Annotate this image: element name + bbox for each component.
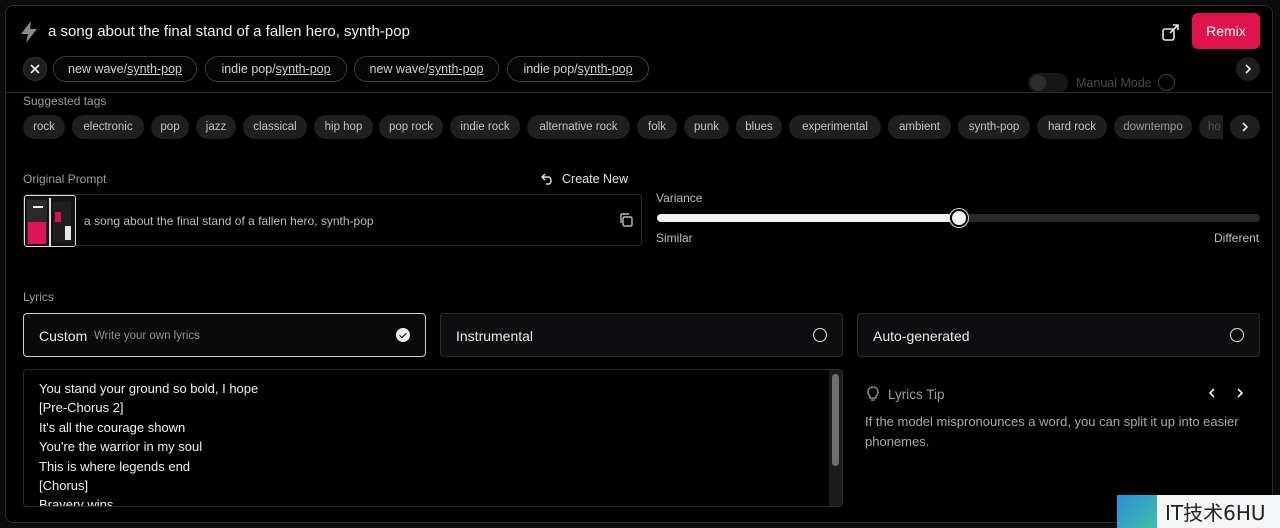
lyrics-label: Lyrics — [23, 290, 54, 304]
watermark-logo-icon — [1117, 495, 1157, 528]
lyric-line: [Pre-Chorus 2] — [39, 400, 124, 415]
lyric-line: [Chorus] — [39, 478, 89, 493]
lyrics-option-auto-generated[interactable]: Auto-generated — [857, 313, 1260, 357]
watermark-text: IT技术6HU — [1165, 501, 1266, 525]
tags-next-button[interactable] — [1230, 115, 1260, 139]
tag-chip[interactable]: electronic — [72, 115, 144, 139]
lyric-line: You're the warrior in my soul — [39, 439, 203, 454]
tag-chip[interactable]: synth-pop — [958, 115, 1030, 139]
lyrics-scrollbar[interactable] — [829, 370, 842, 506]
chevron-right-icon — [1237, 388, 1244, 398]
style-chips-next-button[interactable] — [1236, 57, 1260, 81]
manual-mode-label: Manual Mode — [1076, 76, 1152, 90]
original-prompt-box: a song about the final stand of a fallen… — [23, 194, 642, 247]
variance-slider-fill — [657, 214, 959, 222]
lyrics-option-instrumental[interactable]: Instrumental — [440, 313, 843, 357]
lyrics-textarea[interactable]: You stand your ground so bold, I hope [P… — [23, 369, 843, 507]
chevron-right-icon — [1245, 64, 1252, 74]
tag-chip[interactable]: rock — [23, 115, 65, 139]
original-prompt-label: Original Prompt — [23, 172, 107, 186]
bolt-icon — [21, 21, 37, 43]
style-chip[interactable]: indie pop/synth-pop — [205, 56, 347, 82]
style-chip-prefix: indie pop/ — [221, 62, 276, 76]
chevron-left-icon — [1208, 388, 1215, 398]
lyric-line: This is where legends end — [39, 459, 191, 474]
lyrics-option-label: Auto-generated — [873, 328, 970, 344]
radio-icon — [1230, 328, 1244, 342]
create-new-button[interactable]: Create New — [541, 172, 628, 186]
style-chip-prefix: new wave/ — [68, 62, 128, 76]
clear-styles-button[interactable] — [23, 57, 47, 81]
tag-chip[interactable]: folk — [637, 115, 677, 139]
style-chip-link[interactable]: synth-pop — [127, 62, 182, 76]
share-icon — [1162, 24, 1179, 41]
tag-chip[interactable]: pop rock — [379, 115, 443, 139]
tag-chip[interactable]: ho — [1199, 115, 1223, 139]
copy-icon[interactable] — [618, 212, 634, 228]
create-new-label: Create New — [562, 172, 628, 186]
style-chip-prefix: new wave/ — [369, 62, 429, 76]
suggested-tags-row: rock electronic pop jazz classical hip h… — [23, 115, 1223, 141]
chevron-right-icon — [1242, 122, 1249, 132]
lyrics-option-custom[interactable]: Custom Write your own lyrics — [23, 313, 426, 357]
remix-panel: a song about the final stand of a fallen… — [5, 5, 1273, 523]
lyrics-option-sub: Write your own lyrics — [94, 330, 200, 342]
style-chip-link[interactable]: synth-pop — [578, 62, 633, 76]
tag-chip[interactable]: hip hop — [314, 115, 373, 139]
remix-button[interactable]: Remix — [1192, 13, 1260, 49]
lyric-line: Bravery wins — [39, 497, 114, 507]
variance-slider-thumb[interactable] — [949, 209, 968, 227]
radio-checked-icon — [396, 328, 410, 342]
cover-art-image — [25, 196, 75, 246]
tip-prev-button[interactable] — [1202, 383, 1222, 403]
tag-chip[interactable]: jazz — [196, 115, 236, 139]
cover-thumbnail[interactable] — [24, 195, 76, 247]
header-divider — [6, 92, 1272, 93]
variance-max-label: Different — [1214, 231, 1260, 245]
tag-chip[interactable]: classical — [243, 115, 307, 139]
undo-icon — [541, 173, 552, 185]
style-chip-prefix: indie pop/ — [523, 62, 578, 76]
style-chip[interactable]: new wave/synth-pop — [354, 56, 499, 82]
variance-label: Variance — [656, 191, 703, 205]
lyrics-tip-title: Lyrics Tip — [888, 387, 945, 402]
tag-chip[interactable]: hard rock — [1037, 115, 1107, 139]
tag-chip[interactable]: punk — [684, 115, 729, 139]
tag-chip[interactable]: experimental — [789, 115, 881, 139]
radio-icon — [813, 328, 827, 342]
lyrics-option-label: Custom — [39, 328, 88, 344]
original-prompt-text: a song about the final stand of a fallen… — [84, 214, 374, 228]
tag-chip[interactable]: ambient — [888, 115, 951, 139]
lyrics-option-label: Instrumental — [456, 328, 534, 344]
lyrics-scroll-thumb[interactable] — [832, 374, 839, 466]
manual-mode-toggle[interactable] — [1028, 73, 1068, 93]
tag-chip[interactable]: indie rock — [450, 115, 520, 139]
variance-slider[interactable] — [657, 209, 1260, 227]
tag-chip[interactable]: pop — [151, 115, 189, 139]
info-icon[interactable] — [1158, 74, 1175, 91]
style-chip[interactable]: new wave/synth-pop — [53, 56, 197, 82]
lightbulb-icon — [867, 386, 879, 401]
style-chip-link[interactable]: synth-pop — [276, 62, 331, 76]
prompt-title: a song about the final stand of a fallen… — [48, 23, 410, 40]
watermark: IT技术6HU — [1117, 495, 1280, 528]
close-icon — [30, 64, 40, 74]
style-chip[interactable]: indie pop/synth-pop — [507, 56, 649, 82]
tip-next-button[interactable] — [1230, 383, 1250, 403]
variance-min-label: Similar — [656, 231, 693, 245]
tag-chip[interactable]: alternative rock — [527, 115, 630, 139]
share-button[interactable] — [1159, 20, 1183, 44]
tag-chip[interactable]: blues — [736, 115, 782, 139]
lyric-line: It's all the courage shown — [39, 420, 186, 435]
tag-chip[interactable]: downtempo — [1114, 115, 1192, 139]
suggested-tags-label: Suggested tags — [23, 94, 107, 108]
lyric-line: You stand your ground so bold, I hope — [39, 381, 259, 396]
style-chip-link[interactable]: synth-pop — [429, 62, 484, 76]
lyrics-tip-text: If the model mispronounces a word, you c… — [865, 414, 1239, 449]
